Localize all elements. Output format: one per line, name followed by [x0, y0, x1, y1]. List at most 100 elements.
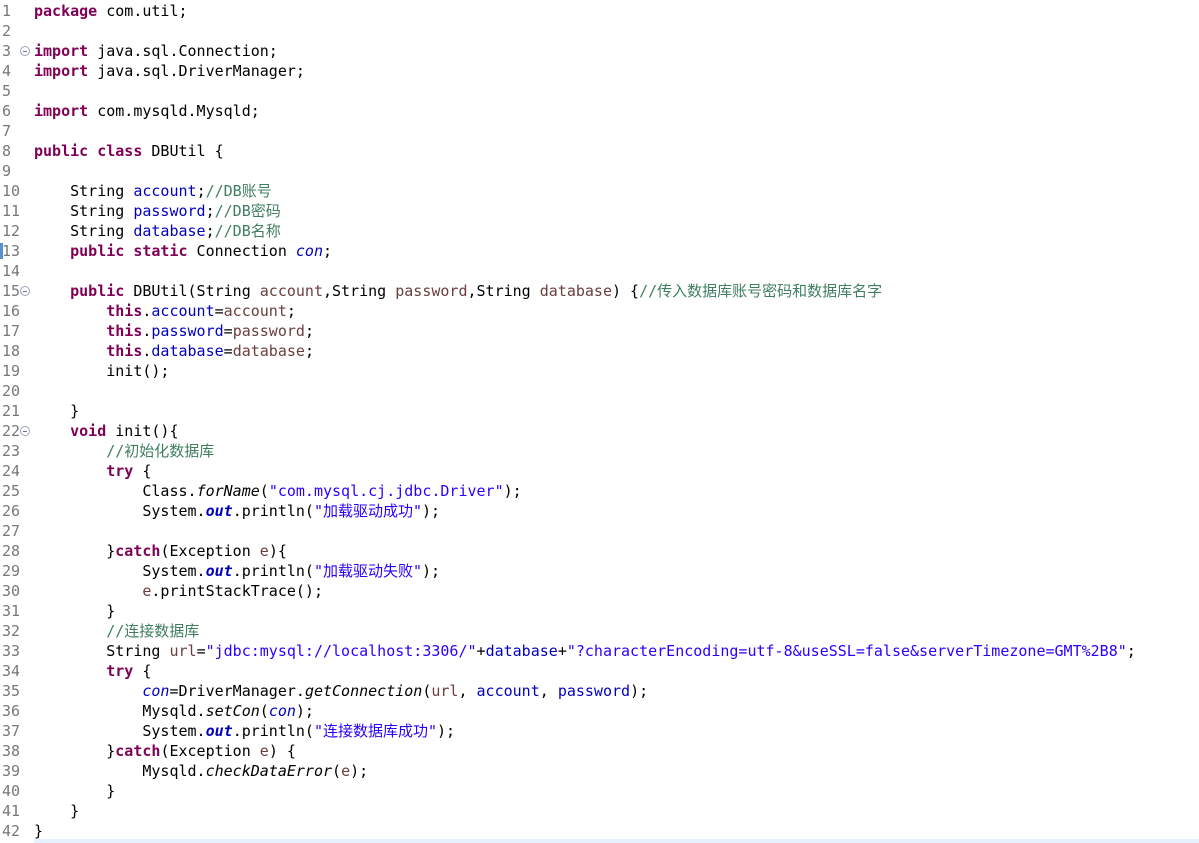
static-method: checkDataError	[205, 762, 333, 780]
code-line[interactable]: 34 try {	[0, 661, 1199, 681]
code-text: {	[133, 662, 152, 680]
keyword: try	[106, 462, 134, 480]
code-text: ,	[458, 682, 477, 700]
keyword: this	[106, 302, 143, 320]
code-line[interactable]: 26 System.out.println("加载驱动成功");	[0, 501, 1199, 521]
code-text: (	[332, 762, 342, 780]
fold-collapse-icon[interactable]	[20, 286, 30, 296]
code-line[interactable]: 13 public static Connection con;	[0, 241, 1199, 261]
code-line[interactable]: 17 this.password=password;	[0, 321, 1199, 341]
static-field: out	[205, 562, 233, 580]
code-line[interactable]: 4 import java.sql.DriverManager;	[0, 61, 1199, 81]
code-line[interactable]: 35 con=DriverManager.getConnection(url, …	[0, 681, 1199, 701]
code-text: );	[295, 702, 314, 720]
code-content: import com.mysqld.Mysqld;	[34, 101, 260, 121]
code-text: .println(	[232, 502, 314, 520]
code-line[interactable]: 36 Mysqld.setCon(con);	[0, 701, 1199, 721]
code-line[interactable]: 7	[0, 121, 1199, 141]
code-line[interactable]: 6 import com.mysqld.Mysqld;	[0, 101, 1199, 121]
code-line[interactable]: 9	[0, 161, 1199, 181]
code-line[interactable]: 28 }catch(Exception e){	[0, 541, 1199, 561]
code-line[interactable]: 5	[0, 81, 1199, 101]
code-line[interactable]: 20	[0, 381, 1199, 401]
code-content: try {	[34, 461, 151, 481]
code-line[interactable]: 23 //初始化数据库	[0, 441, 1199, 461]
code-line[interactable]: 37 System.out.println("连接数据库成功");	[0, 721, 1199, 741]
code-text: (	[259, 482, 269, 500]
code-line[interactable]: 14	[0, 261, 1199, 281]
keyword: class	[97, 142, 143, 160]
code-line[interactable]: 12 String database;//DB名称	[0, 221, 1199, 241]
keyword: try	[106, 662, 134, 680]
keyword: void	[70, 422, 107, 440]
code-line[interactable]: 24 try {	[0, 461, 1199, 481]
fold-collapse-icon[interactable]	[20, 46, 30, 56]
code-line[interactable]: 10 String account;//DB账号	[0, 181, 1199, 201]
code-text: );	[422, 502, 441, 520]
line-number: 27	[2, 522, 21, 540]
code-text: +	[557, 642, 567, 660]
code-line[interactable]: 2	[0, 21, 1199, 41]
line-number: 36	[2, 702, 21, 720]
keyword: catch	[115, 742, 161, 760]
code-line[interactable]: 1 package com.util;	[0, 1, 1199, 21]
field: account	[151, 302, 215, 320]
code-line[interactable]: 39 Mysqld.checkDataError(e);	[0, 761, 1199, 781]
code-text: );	[503, 482, 522, 500]
code-line[interactable]: 15 public DBUtil(String account,String p…	[0, 281, 1199, 301]
code-text: java.sql.DriverManager;	[88, 62, 305, 80]
code-content: import java.sql.Connection;	[34, 41, 278, 61]
code-text: Class.	[34, 482, 197, 500]
code-line[interactable]: 22 void init(){	[0, 421, 1199, 441]
code-line[interactable]: 27	[0, 521, 1199, 541]
local-variable: url	[431, 682, 459, 700]
code-text: String	[34, 182, 134, 200]
keyword: import	[34, 42, 89, 60]
local-variable: account	[223, 302, 287, 320]
comment: //DB密码	[214, 202, 281, 220]
code-text: .println(	[232, 562, 314, 580]
code-line[interactable]: 19 init();	[0, 361, 1199, 381]
field: account	[476, 682, 540, 700]
code-line[interactable]: 30 e.printStackTrace();	[0, 581, 1199, 601]
fold-collapse-icon[interactable]	[20, 426, 30, 436]
code-line[interactable]: 11 String password;//DB密码	[0, 201, 1199, 221]
code-line[interactable]: 32 //连接数据库	[0, 621, 1199, 641]
code-line[interactable]: 40 }	[0, 781, 1199, 801]
code-line[interactable]: 18 this.database=database;	[0, 341, 1199, 361]
code-line[interactable]: 29 System.out.println("加载驱动失败");	[0, 561, 1199, 581]
code-line[interactable]: 16 this.account=account;	[0, 301, 1199, 321]
code-line[interactable]: 3 import java.sql.Connection;	[0, 41, 1199, 61]
line-number: 26	[2, 502, 21, 520]
code-line[interactable]: 41 }	[0, 801, 1199, 821]
code-line[interactable]: 25 Class.forName("com.mysql.cj.jdbc.Driv…	[0, 481, 1199, 501]
code-text: Connection	[187, 242, 296, 260]
code-editor[interactable]: 1 package com.util; 2 3 import java.sql.Conn…	[0, 1, 1199, 841]
code-line[interactable]: 42}	[0, 821, 1199, 841]
code-line[interactable]: 8 public class DBUtil {	[0, 141, 1199, 161]
code-line[interactable]: 33 String url="jdbc:mysql://localhost:33…	[0, 641, 1199, 661]
static-method: setCon	[205, 702, 260, 720]
field: password	[151, 322, 224, 340]
code-text: DBUtil(String	[124, 282, 260, 300]
code-text: ;	[286, 302, 296, 320]
local-variable: e	[341, 762, 351, 780]
code-line[interactable]: 31 }	[0, 601, 1199, 621]
static-field: out	[205, 722, 233, 740]
code-content: System.out.println("连接数据库成功");	[34, 721, 455, 741]
code-text: }	[34, 402, 80, 420]
code-text: (Exception	[160, 542, 260, 560]
code-text: init(){	[106, 422, 179, 440]
code-line[interactable]: 38 }catch(Exception e) {	[0, 741, 1199, 761]
code-content: }	[34, 401, 79, 421]
local-variable: password	[395, 282, 468, 300]
code-line[interactable]: 21 }	[0, 401, 1199, 421]
